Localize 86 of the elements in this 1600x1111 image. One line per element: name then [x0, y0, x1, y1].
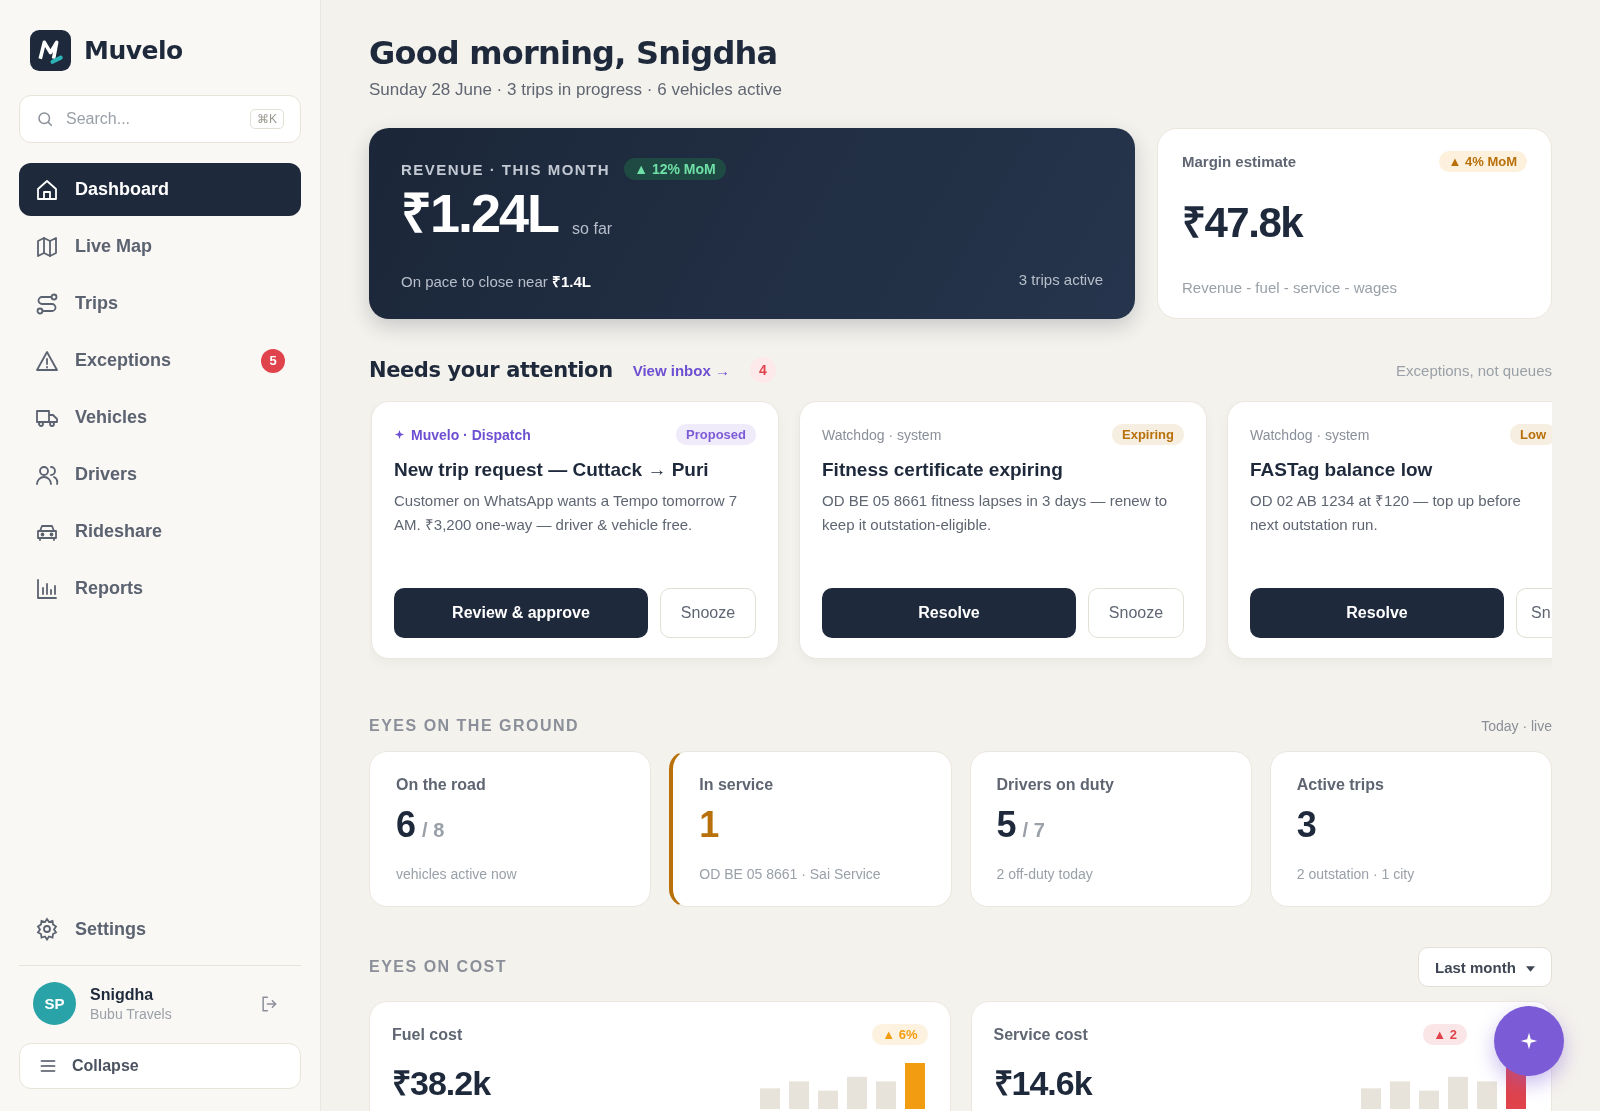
stat-label: In service — [699, 776, 775, 794]
period-dropdown[interactable]: Last month — [1418, 947, 1552, 987]
stat-total: / 7 — [1022, 819, 1045, 842]
status-tag: Expiring — [1112, 424, 1184, 445]
settings-icon — [35, 917, 59, 941]
home-icon — [35, 177, 59, 202]
nav-item[interactable]: Exceptions 5 — [19, 334, 301, 387]
margin-formula: Revenue - fuel - service - wages — [1182, 279, 1399, 296]
primary-button[interactable]: Resolve — [1250, 588, 1504, 638]
stat-total: / 8 — [422, 819, 445, 842]
change-badge: ▲ 2 — [1423, 1024, 1467, 1045]
alert-title: FASTag balance low — [1250, 459, 1434, 481]
status-tag: Low — [1510, 424, 1552, 445]
snooze-button[interactable]: Sn — [1516, 588, 1552, 638]
search-input[interactable]: Search... — [64, 109, 240, 129]
route-icon — [35, 291, 59, 316]
snooze-button[interactable]: Snooze — [660, 588, 756, 638]
stat-note: 2 off-duty today — [996, 866, 1094, 882]
status-tag: Proposed — [676, 424, 756, 445]
section-note: Exceptions, not queues — [1396, 361, 1552, 379]
snooze-button[interactable]: Snooze — [1088, 588, 1184, 638]
stat-label: On the road — [396, 776, 487, 794]
stat-value: 1 — [699, 804, 720, 846]
revenue-label: REVENUE · THIS MONTH — [401, 160, 611, 178]
cost-value: ₹38.2k — [392, 1063, 491, 1104]
alert-description: OD 02 AB 1234 at ₹120 — top up before next outstation run. — [1250, 491, 1522, 535]
stat-label: Drivers on duty — [996, 776, 1115, 794]
change-badge: ▲ 12% MoM — [624, 158, 726, 180]
nav-item[interactable]: Drivers — [19, 448, 301, 501]
primary-button[interactable]: Review & approve — [394, 588, 648, 638]
change-badge: ▲ 6% — [872, 1024, 928, 1045]
pace-note: On pace to close near ₹1.4L — [401, 272, 591, 291]
greeting-title: Good morning, Snigdha — [369, 34, 779, 72]
map-icon — [35, 234, 59, 259]
warn-icon — [35, 348, 59, 373]
stat-note: vehicles active now — [396, 866, 518, 882]
alert-source: Watchdog · system — [822, 426, 942, 443]
cost-label: Fuel cost — [392, 1025, 463, 1044]
value-suffix: so far — [572, 220, 613, 238]
nav-item[interactable]: Rideshare — [19, 505, 301, 558]
search-field[interactable]: Search... ⌘K — [19, 95, 301, 143]
section-title: EYES ON COST — [369, 958, 508, 976]
user-name: Snigdha — [90, 985, 155, 1004]
stat-label: Active trips — [1296, 776, 1385, 794]
stat-note: 2 outstation · 1 city — [1296, 866, 1416, 882]
nav-item[interactable]: Vehicles — [19, 391, 301, 444]
nav-item[interactable]: Live Map — [19, 220, 301, 273]
revenue-value: ₹1.24L — [401, 186, 559, 240]
count-badge: 4 — [749, 357, 776, 383]
primary-button[interactable]: Resolve — [822, 588, 1076, 638]
count-badge: 5 — [261, 348, 285, 373]
trips-note: 3 trips active — [1018, 271, 1103, 290]
cost-value: ₹14.6k — [993, 1063, 1092, 1104]
shortcut-hint: ⌘K — [250, 109, 284, 129]
margin-label: Margin estimate — [1182, 153, 1297, 170]
stat-value: 3 — [1296, 804, 1317, 846]
user-avatar: SP — [33, 982, 76, 1025]
change-badge: ▲ 4% MoM — [1438, 151, 1527, 172]
alert-title: Fitness certificate expiring — [822, 459, 1064, 481]
alert-description: Customer on WhatsApp wants a Tempo tomorrow 7 AM. ₹3,200 one-way — driver & vehicle free. — [394, 491, 739, 535]
alert-title: New trip request — Cuttack → Puri — [394, 459, 710, 481]
brand-name: Muvelo — [84, 36, 183, 65]
sparkle-icon — [394, 429, 405, 440]
search-icon — [36, 110, 54, 128]
alert-description: OD BE 05 8661 fitness lapses in 3 days — renew to keep it outstation-eligible. — [822, 491, 1169, 535]
cost-label: Service cost — [993, 1025, 1088, 1044]
view-inbox-link[interactable]: View inbox → — [632, 361, 730, 379]
alert-source: Watchdog · system — [1250, 426, 1370, 443]
logo-icon — [30, 30, 71, 71]
nav-item[interactable]: Reports — [19, 562, 301, 615]
chart-icon — [35, 576, 59, 601]
stat-value: 6 — [396, 804, 417, 846]
stat-value: 5 — [996, 804, 1017, 846]
user-org: Bubu Travels — [90, 1005, 173, 1022]
section-title: Needs your attention — [369, 358, 613, 382]
nav-item[interactable]: Dashboard — [19, 163, 301, 216]
caret-icon — [1526, 965, 1535, 972]
section-note: Today · live — [1481, 718, 1552, 734]
greeting-subtitle: Sunday 28 June · 3 trips in progress · 6 vehicles active — [369, 80, 783, 100]
section-title: EYES ON THE GROUND — [369, 717, 580, 735]
settings-item[interactable]: Settings — [19, 905, 301, 953]
margin-value: ₹47.8k — [1182, 198, 1304, 248]
stat-note: OD BE 05 8661 · Sai Service — [699, 866, 882, 882]
nav-item[interactable]: Trips — [19, 277, 301, 330]
alert-source: Muvelo · Dispatch — [394, 426, 531, 443]
collapse-button[interactable]: Collapse — [19, 1043, 301, 1089]
